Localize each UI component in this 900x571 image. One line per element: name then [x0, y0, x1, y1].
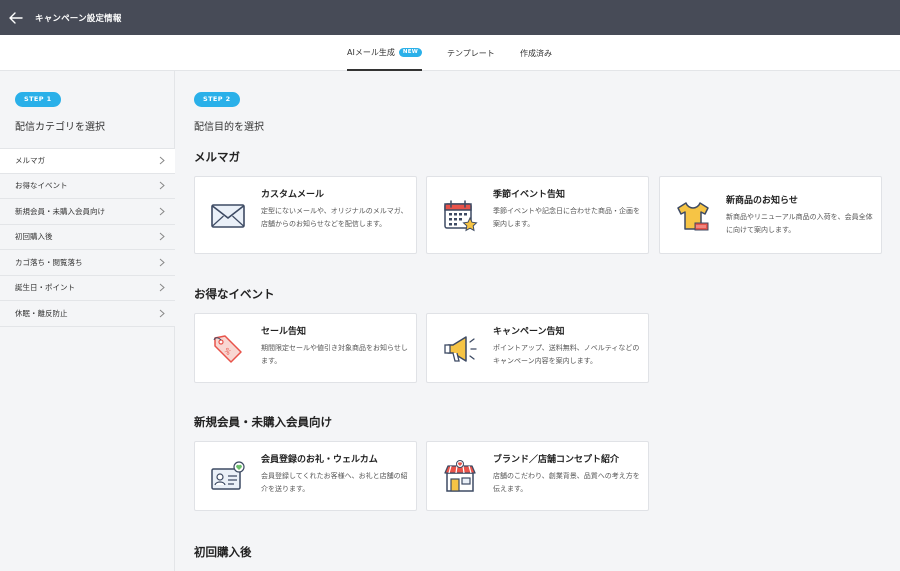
- sidebar-title: 配信カテゴリを選択: [15, 122, 105, 133]
- calendar-icon: [441, 197, 479, 235]
- card-description: 定型にないメールや、オリジナルのメルマガ、店舗からのお知らせなどを配信します。: [261, 207, 408, 228]
- sidebar-item-new-member[interactable]: 新規会員・未購入会員向け: [0, 199, 175, 225]
- chevron-right-icon: [159, 232, 165, 241]
- top-bar: キャンペーン設定情報: [0, 0, 900, 35]
- sidebar-item-birthday-points[interactable]: 誕生日・ポイント: [0, 275, 175, 301]
- category-list: メルマガ お得なイベント 新規会員・未購入会員向け 初回購入後 カゴ落ち・閲覧落…: [0, 148, 175, 327]
- step-badge: STEP 1: [15, 92, 61, 107]
- sidebar-item-merumaga[interactable]: メルマガ: [0, 148, 175, 174]
- purpose-card-seasonal-event[interactable]: 季節イベント告知 季節イベントや記念日に合わせた商品・企画を案内します。: [426, 176, 649, 254]
- card-title: 季節イベント告知: [493, 190, 566, 200]
- tab-bar: AIメール生成 NEW テンプレート 作成済み: [0, 35, 900, 71]
- store-icon: [441, 458, 479, 496]
- megaphone-icon: [441, 330, 479, 368]
- purpose-card-welcome[interactable]: 会員登録のお礼・ウェルカム 会員登録してくれたお客様へ、お礼と店舗の紹介を送りま…: [194, 441, 417, 511]
- sidebar-item-event[interactable]: お得なイベント: [0, 173, 175, 199]
- card-description: ポイントアップ、送料無料、ノベルティなどのキャンペーン内容を案内します。: [493, 344, 640, 365]
- card-title: 会員登録のお礼・ウェルカム: [261, 455, 378, 465]
- sidebar-item-dormant[interactable]: 休眠・離反防止: [0, 301, 175, 327]
- card-description: 季節イベントや記念日に合わせた商品・企画を案内します。: [493, 207, 640, 228]
- step-badge: STEP 2: [194, 92, 240, 107]
- purpose-card-brand-concept[interactable]: ブランド／店舗コンセプト紹介 店舗のこだわり、創業背景、品質への考え方を伝えます…: [426, 441, 649, 511]
- purpose-card-new-product[interactable]: 新商品のお知らせ 新商品やリニューアル商品の入荷を、会員全体に向けて案内します。: [659, 176, 882, 254]
- tab-ai-mail[interactable]: AIメール生成 NEW: [347, 35, 423, 71]
- page-title: キャンペーン設定情報: [35, 13, 122, 24]
- chevron-right-icon: [159, 207, 165, 216]
- chevron-right-icon: [159, 258, 165, 267]
- section-heading: お得なイベント: [194, 287, 275, 301]
- tab-label: テンプレート: [447, 48, 495, 58]
- section-heading: 新規会員・未購入会員向け: [194, 415, 332, 429]
- card-description: 店舗のこだわり、創業背景、品質への考え方を伝えます。: [493, 472, 640, 493]
- back-button[interactable]: [1, 0, 31, 35]
- purpose-card-campaign[interactable]: キャンペーン告知 ポイントアップ、送料無料、ノベルティなどのキャンペーン内容を案…: [426, 313, 649, 383]
- card-title: ブランド／店舗コンセプト紹介: [493, 455, 620, 465]
- sidebar-item-label: メルマガ: [15, 156, 45, 166]
- card-title: セール告知: [261, 327, 307, 337]
- tab-label: AIメール生成: [347, 47, 395, 57]
- tab-created[interactable]: 作成済み: [520, 35, 552, 71]
- sidebar-item-label: カゴ落ち・閲覧落ち: [15, 257, 83, 267]
- sidebar-item-label: 休眠・離反防止: [15, 308, 68, 318]
- card-description: 新商品やリニューアル商品の入荷を、会員全体に向けて案内します。: [726, 213, 873, 234]
- member-card-icon: [209, 458, 247, 496]
- tshirt-icon: [674, 197, 712, 235]
- sidebar-item-label: 新規会員・未購入会員向け: [15, 206, 105, 216]
- card-description: 会員登録してくれたお客様へ、お礼と店舗の紹介を送ります。: [261, 472, 408, 493]
- sidebar-item-cart-abandon[interactable]: カゴ落ち・閲覧落ち: [0, 250, 175, 276]
- tab-template[interactable]: テンプレート: [447, 35, 495, 71]
- sidebar-item-first-purchase[interactable]: 初回購入後: [0, 224, 175, 250]
- sale-tag-icon: %: [209, 330, 247, 368]
- sidebar-item-label: 初回購入後: [15, 232, 53, 242]
- section-heading: 初回購入後: [194, 545, 252, 559]
- chevron-right-icon: [159, 156, 165, 165]
- chevron-right-icon: [159, 283, 165, 292]
- card-title: キャンペーン告知: [493, 327, 565, 337]
- card-description: 期間限定セールや値引き対象商品をお知らせします。: [261, 344, 408, 365]
- arrow-left-icon: [9, 11, 23, 24]
- new-badge: NEW: [398, 47, 423, 57]
- purpose-card-custom-mail[interactable]: カスタムメール 定型にないメールや、オリジナルのメルマガ、店舗からのお知らせなど…: [194, 176, 417, 254]
- tab-label: 作成済み: [520, 48, 552, 58]
- panel-title: 配信目的を選択: [194, 122, 264, 133]
- purpose-panel: STEP 2 配信目的を選択 メルマガ カスタムメール 定型にないメールや、オリ…: [176, 71, 900, 571]
- chevron-right-icon: [159, 181, 165, 190]
- purpose-card-sale[interactable]: % セール告知 期間限定セールや値引き対象商品をお知らせします。: [194, 313, 417, 383]
- section-heading: メルマガ: [194, 150, 240, 164]
- chevron-right-icon: [159, 309, 165, 318]
- category-sidebar: STEP 1 配信カテゴリを選択 メルマガ お得なイベント 新規会員・未購入会員…: [0, 71, 175, 571]
- sidebar-item-label: お得なイベント: [15, 181, 68, 191]
- card-title: 新商品のお知らせ: [726, 196, 798, 206]
- sidebar-item-label: 誕生日・ポイント: [15, 283, 75, 293]
- card-title: カスタムメール: [261, 190, 325, 200]
- envelope-icon: [209, 197, 247, 235]
